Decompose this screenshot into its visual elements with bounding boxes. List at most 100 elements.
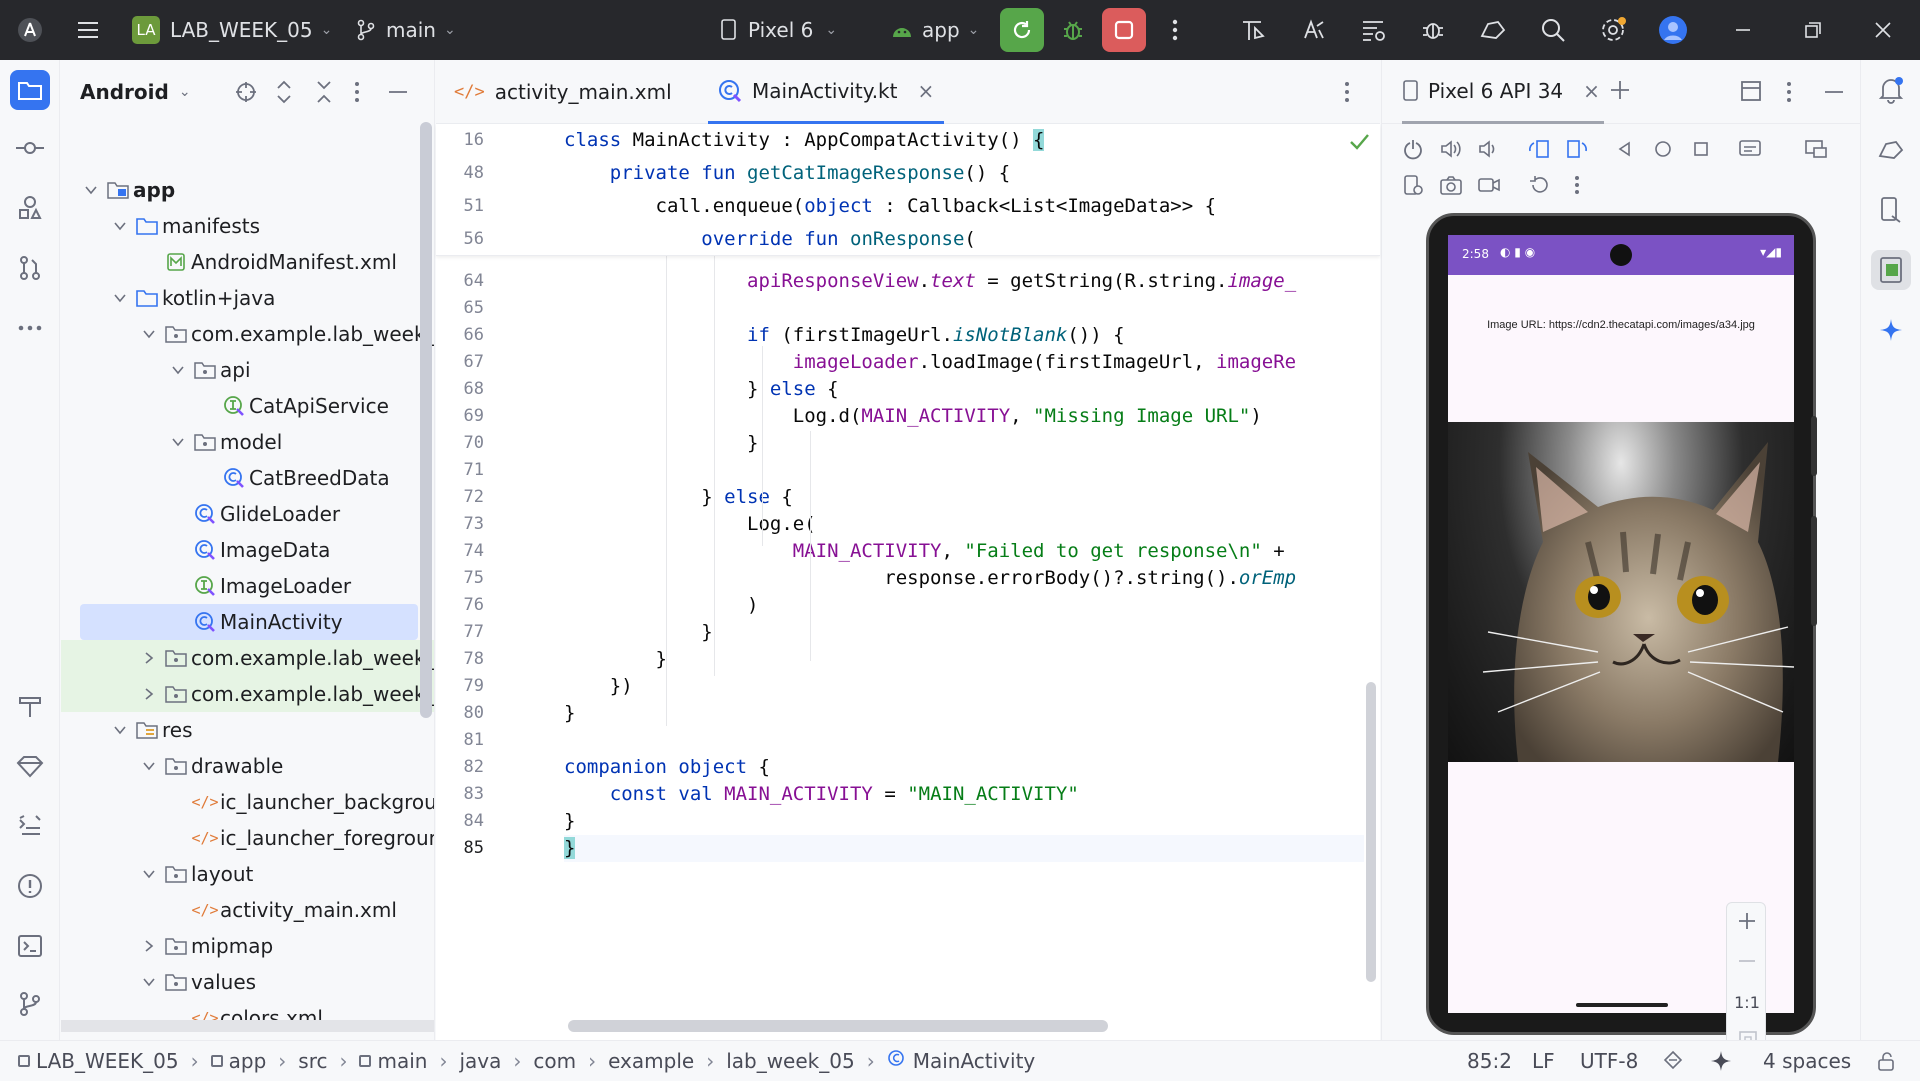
chevron-down-icon[interactable] (110, 216, 130, 236)
tree-item[interactable]: ImageLoader (61, 568, 434, 604)
chevron-down-icon[interactable] (110, 288, 130, 308)
device-screen[interactable]: 2:58 ◐ ▮ ◉ ▾◢▮ Image URL: https://cdn2.t… (1448, 235, 1794, 1013)
build-tool-button[interactable] (10, 686, 50, 726)
tree-item[interactable]: MainActivity (80, 604, 418, 640)
code-line[interactable]: if (firstImageUrl.isNotBlank()) { (564, 322, 1380, 349)
rerun-button[interactable] (1000, 8, 1044, 52)
commit-tool-button[interactable] (10, 128, 50, 168)
code-with-me-icon[interactable] (1238, 15, 1268, 45)
terminal-tool-button[interactable] (10, 926, 50, 966)
close-window-icon[interactable] (1868, 15, 1898, 45)
reset-icon[interactable] (1524, 170, 1554, 200)
tree-item[interactable]: kotlin+java (61, 280, 434, 316)
minimize-icon[interactable] (1728, 15, 1758, 45)
code-line[interactable]: const val MAIN_ACTIVITY = "MAIN_ACTIVITY… (564, 781, 1380, 808)
tree-item[interactable]: </>ic_launcher_foreground.xml (61, 820, 434, 856)
power-side-button[interactable] (1811, 416, 1817, 476)
tree-item[interactable]: app (61, 172, 434, 208)
device-manager-button[interactable] (1871, 190, 1911, 230)
code-line[interactable]: } (564, 808, 1380, 835)
options-icon[interactable] (1786, 80, 1792, 108)
code-line[interactable] (564, 295, 1380, 322)
volume-down-icon[interactable] (1474, 134, 1504, 164)
chevron-right-icon[interactable] (139, 648, 159, 668)
version-control-button[interactable] (10, 984, 50, 1024)
code-line[interactable]: } (564, 646, 1380, 673)
breadcrumb-item[interactable]: java (459, 1049, 501, 1073)
tree-item[interactable]: values (61, 964, 434, 1000)
code-line[interactable]: Log.e( (564, 511, 1380, 538)
breadcrumb-item[interactable]: LAB_WEEK_05 (18, 1049, 179, 1073)
logcat-tool-button[interactable] (10, 806, 50, 846)
code-line[interactable]: } (564, 430, 1380, 457)
code-line[interactable]: imageLoader.loadImage(firstImageUrl, ima… (564, 349, 1380, 376)
tree-item[interactable]: GlideLoader (61, 496, 434, 532)
code-line[interactable]: Log.d(MAIN_ACTIVITY, "Missing Image URL"… (564, 403, 1380, 430)
chevron-down-icon[interactable] (81, 180, 101, 200)
window-layout-icon[interactable] (1740, 80, 1762, 106)
overview-icon[interactable] (1686, 134, 1716, 164)
breadcrumb-item[interactable]: MainActivity (887, 1049, 1035, 1074)
rotate-left-icon[interactable] (1524, 134, 1554, 164)
code-line[interactable]: apiResponseView.text = getString(R.strin… (564, 268, 1380, 295)
tree-item[interactable]: ImageData (61, 532, 434, 568)
android-studio-logo-icon[interactable] (15, 15, 45, 45)
tree-item[interactable]: CatApiService (61, 388, 434, 424)
editor-hscrollbar[interactable] (568, 1020, 1108, 1032)
tree-item[interactable]: CatBreedData (61, 460, 434, 496)
volume-up-icon[interactable] (1436, 134, 1466, 164)
code-line[interactable]: } (564, 700, 1380, 727)
code-line[interactable]: } else { (564, 484, 1380, 511)
volume-side-button[interactable] (1811, 516, 1817, 626)
restore-icon[interactable] (1798, 15, 1828, 45)
snapshot-icon[interactable] (1398, 170, 1428, 200)
problems-tool-button[interactable] (10, 866, 50, 906)
tree-item[interactable]: com.example.lab_week_05 (61, 640, 434, 676)
code-line[interactable]: response.errorBody()?.string().orEmp (564, 565, 1380, 592)
search-icon[interactable] (1538, 15, 1568, 45)
more-emulator-actions-icon[interactable] (1562, 170, 1592, 200)
back-icon[interactable] (1610, 134, 1640, 164)
add-device-icon[interactable] (1608, 78, 1632, 106)
tree-item[interactable]: mipmap (61, 928, 434, 964)
debug-button[interactable] (1058, 15, 1088, 45)
breadcrumb-item[interactable]: main (359, 1049, 427, 1073)
camera-icon[interactable] (1436, 170, 1466, 200)
tree-item[interactable]: </> activity_main.xml (61, 892, 434, 928)
sticky-code-line[interactable]: private fun getCatImageResponse() { (564, 157, 1384, 190)
project-switcher[interactable]: LA LAB_WEEK_05 ⌄ (132, 0, 332, 60)
chevron-down-icon[interactable] (139, 756, 159, 776)
sticky-code-line[interactable]: override fun onResponse( (564, 223, 1384, 256)
chevron-down-icon[interactable] (110, 720, 130, 740)
sticky-code-line[interactable]: class MainActivity : AppCompatActivity()… (564, 124, 1384, 157)
file-encoding[interactable]: UTF-8 (1580, 1041, 1638, 1081)
indent-setting[interactable]: 4 spaces (1763, 1041, 1851, 1081)
tree-item[interactable]: AndroidManifest.xml (61, 244, 434, 280)
code-line[interactable]: } (564, 619, 1380, 646)
stop-button[interactable] (1102, 8, 1146, 52)
tree-item[interactable]: api (61, 352, 434, 388)
read-only-lock-icon[interactable] (1875, 1041, 1897, 1081)
device-selector[interactable]: Pixel 6 ⌄ (720, 0, 837, 60)
rotate-right-icon[interactable] (1562, 134, 1592, 164)
power-icon[interactable] (1398, 134, 1428, 164)
tree-item[interactable]: </>ic_launcher_background.xml (61, 784, 434, 820)
chevron-right-icon[interactable] (139, 684, 159, 704)
tab-main-activity-kt[interactable]: MainActivity.kt × (708, 60, 945, 124)
layout-inspector-icon[interactable] (1358, 15, 1388, 45)
breadcrumb-item[interactable]: lab_week_05 (726, 1049, 855, 1073)
code-line[interactable] (564, 727, 1380, 754)
gesture-bar[interactable] (1576, 1003, 1668, 1007)
zoom-out-icon[interactable] (1735, 949, 1759, 977)
code-line[interactable]: MAIN_ACTIVITY, "Failed to get response\n… (564, 538, 1380, 565)
tree-item[interactable]: res (61, 712, 434, 748)
branch-switcher[interactable]: main ⌄ (356, 0, 456, 60)
pull-requests-button[interactable] (10, 248, 50, 288)
zoom-in-icon[interactable] (1735, 909, 1759, 937)
screen-record-icon[interactable] (1474, 170, 1504, 200)
chevron-down-icon[interactable] (139, 324, 159, 344)
line-separator[interactable]: LF (1532, 1041, 1555, 1081)
gemini-icon[interactable] (1478, 15, 1508, 45)
project-tool-button[interactable] (10, 70, 50, 110)
settings-icon[interactable] (1598, 15, 1628, 45)
